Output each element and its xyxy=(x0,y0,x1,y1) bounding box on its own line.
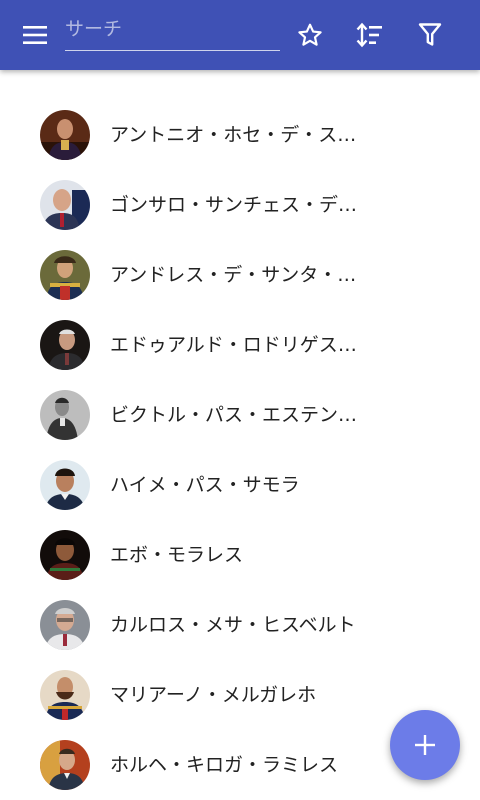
search-field xyxy=(65,12,280,51)
item-name: エドゥアルド・ロドリゲス・ベルツェ xyxy=(110,334,365,356)
item-name: ビクトル・パス・エステンソロ xyxy=(110,404,365,426)
list-item[interactable]: エドゥアルド・ロドリゲス・ベルツェ xyxy=(0,310,480,380)
list-item[interactable]: ハイメ・パス・サモラ xyxy=(0,450,480,520)
avatar xyxy=(40,390,90,440)
list-item[interactable]: アンドレス・デ・サンタ・クルス xyxy=(0,240,480,310)
avatar xyxy=(40,670,90,720)
item-name: アントニオ・ホセ・デ・スクレ xyxy=(110,124,365,146)
avatar xyxy=(40,250,90,300)
people-list: アントニオ・ホセ・デ・スクレ ゴンサロ・サンチェス・デ・ロサダ xyxy=(0,100,480,800)
star-outline-icon xyxy=(298,23,322,46)
sort-button[interactable] xyxy=(350,15,390,55)
avatar xyxy=(40,110,90,160)
avatar xyxy=(40,320,90,370)
list-item[interactable]: ビクトル・パス・エステンソロ xyxy=(0,380,480,450)
item-name: ホルヘ・キロガ・ラミレス xyxy=(110,754,339,776)
avatar xyxy=(40,180,90,230)
list-item[interactable]: ゴンサロ・サンチェス・デ・ロサダ xyxy=(0,170,480,240)
add-button[interactable] xyxy=(390,710,460,780)
item-name: アンドレス・デ・サンタ・クルス xyxy=(110,264,365,286)
avatar xyxy=(40,740,90,790)
item-name: ハイメ・パス・サモラ xyxy=(110,474,300,496)
sort-icon xyxy=(356,22,382,48)
menu-icon xyxy=(23,26,47,44)
avatar xyxy=(40,600,90,650)
avatar xyxy=(40,530,90,580)
filter-button[interactable] xyxy=(410,15,450,55)
item-name: ゴンサロ・サンチェス・デ・ロサダ xyxy=(110,194,365,216)
search-input[interactable] xyxy=(65,12,280,46)
app-bar xyxy=(0,0,480,70)
list-item[interactable]: エボ・モラレス xyxy=(0,520,480,590)
avatar xyxy=(40,460,90,510)
list-item[interactable]: カルロス・メサ・ヒスベルト xyxy=(0,590,480,660)
plus-icon xyxy=(415,735,435,755)
favorites-button[interactable] xyxy=(290,15,330,55)
item-name: カルロス・メサ・ヒスベルト xyxy=(110,614,356,636)
menu-button[interactable] xyxy=(15,15,55,55)
item-name: マリアーノ・メルガレホ xyxy=(110,684,317,706)
filter-icon xyxy=(418,23,442,46)
list-item[interactable]: アントニオ・ホセ・デ・スクレ xyxy=(0,100,480,170)
item-name: エボ・モラレス xyxy=(110,544,244,566)
